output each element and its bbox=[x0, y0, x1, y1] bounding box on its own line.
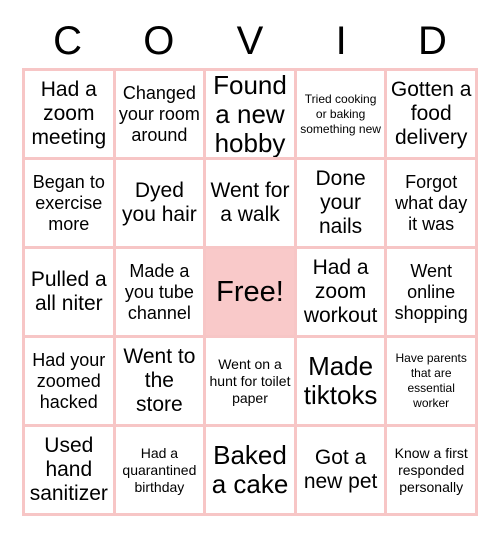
bingo-cell[interactable]: Found a new hobby bbox=[206, 71, 297, 160]
bingo-cell[interactable]: Had your zoomed hacked bbox=[25, 338, 116, 427]
bingo-cell-label: Went online shopping bbox=[394, 260, 468, 323]
bingo-cell-label: Baked a cake bbox=[211, 440, 289, 499]
bingo-cell-label: Have parents that are essential worker bbox=[395, 351, 467, 410]
bingo-cell-label: Forgot what day it was bbox=[395, 171, 468, 234]
bingo-cell[interactable]: Done your nails bbox=[296, 160, 388, 249]
bingo-cell[interactable]: Gotten a food delivery bbox=[387, 71, 478, 160]
bingo-cell-label: Went on a hunt for toilet paper bbox=[209, 355, 291, 406]
bingo-cell-label: Got a new pet bbox=[303, 446, 378, 493]
bingo-cell-label: Found a new hobby bbox=[213, 71, 287, 158]
bingo-cell[interactable]: Began to exercise more bbox=[25, 160, 116, 249]
bingo-cell[interactable]: Dyed you hair bbox=[115, 160, 207, 249]
bingo-cell-label: Had a quarantined birthday bbox=[122, 444, 197, 495]
bingo-cell-label: Had a zoom meeting bbox=[31, 78, 107, 149]
bingo-cell[interactable]: Went online shopping bbox=[387, 249, 478, 338]
bingo-cell[interactable]: Tried cooking or baking something new bbox=[296, 71, 388, 160]
bingo-cell-label: Done your nails bbox=[315, 167, 366, 238]
bingo-cell[interactable]: Went for a walk bbox=[206, 160, 297, 249]
bingo-cell-label: Made a you tube channel bbox=[124, 260, 194, 323]
bingo-cell-label: Began to exercise more bbox=[32, 171, 105, 234]
bingo-cell-label: Went to the store bbox=[123, 345, 196, 416]
bingo-cell[interactable]: Used hand sanitizer bbox=[25, 427, 116, 516]
bingo-grid: Had a zoom meeting Changed your room arou… bbox=[22, 68, 478, 516]
bingo-header-letter-4: I bbox=[335, 19, 347, 63]
bingo-header-letter-5: D bbox=[417, 19, 447, 63]
bingo-cell-label: Had a zoom workout bbox=[303, 256, 378, 327]
bingo-cell-label: Made tiktoks bbox=[303, 351, 378, 410]
bingo-cell-label: Gotten a food delivery bbox=[390, 78, 472, 149]
bingo-cell[interactable]: Made a you tube channel bbox=[115, 249, 207, 338]
bingo-cell[interactable]: Went to the store bbox=[115, 338, 207, 427]
bingo-cell[interactable]: Have parents that are essential worker bbox=[387, 338, 478, 427]
bingo-cell-label: Changed your room around bbox=[118, 82, 200, 145]
bingo-cell[interactable]: Got a new pet bbox=[296, 427, 388, 516]
bingo-cell-label: Tried cooking or baking something new bbox=[300, 91, 381, 136]
bingo-cell-label: Dyed you hair bbox=[122, 179, 197, 226]
bingo-cell[interactable]: Forgot what day it was bbox=[387, 160, 478, 249]
bingo-header-letter-2: O bbox=[143, 19, 175, 63]
bingo-card: C O V I D Had a zoom meeting Changed your roo… bbox=[0, 0, 501, 544]
bingo-cell[interactable]: Know a first responded personally bbox=[387, 427, 478, 516]
bingo-cell[interactable]: Went on a hunt for toilet paper bbox=[206, 338, 297, 427]
bingo-cell-label: Had your zoomed hacked bbox=[32, 349, 106, 412]
bingo-cell[interactable]: Had a zoom meeting bbox=[25, 71, 116, 160]
bingo-cell-label: Went for a walk bbox=[210, 179, 290, 226]
bingo-cell-label: Used hand sanitizer bbox=[29, 434, 108, 505]
bingo-free-cell[interactable]: Free! bbox=[206, 249, 297, 338]
bingo-cell[interactable]: Baked a cake bbox=[206, 427, 297, 516]
bingo-header-letter-3: V bbox=[236, 19, 264, 63]
bingo-cell-label: Pulled a all niter bbox=[30, 268, 107, 315]
bingo-header-letter-1: C bbox=[53, 19, 83, 63]
bingo-cell[interactable]: Had a zoom workout bbox=[296, 249, 388, 338]
bingo-cell-label: Know a first responded personally bbox=[394, 444, 468, 495]
bingo-cell[interactable]: Made tiktoks bbox=[296, 338, 388, 427]
bingo-cell[interactable]: Pulled a all niter bbox=[25, 249, 116, 338]
bingo-cell-label: Free! bbox=[216, 276, 284, 308]
bingo-header: COVID bbox=[22, 14, 478, 68]
bingo-cell[interactable]: Had a quarantined birthday bbox=[115, 427, 207, 516]
bingo-cell[interactable]: Changed your room around bbox=[115, 71, 207, 160]
